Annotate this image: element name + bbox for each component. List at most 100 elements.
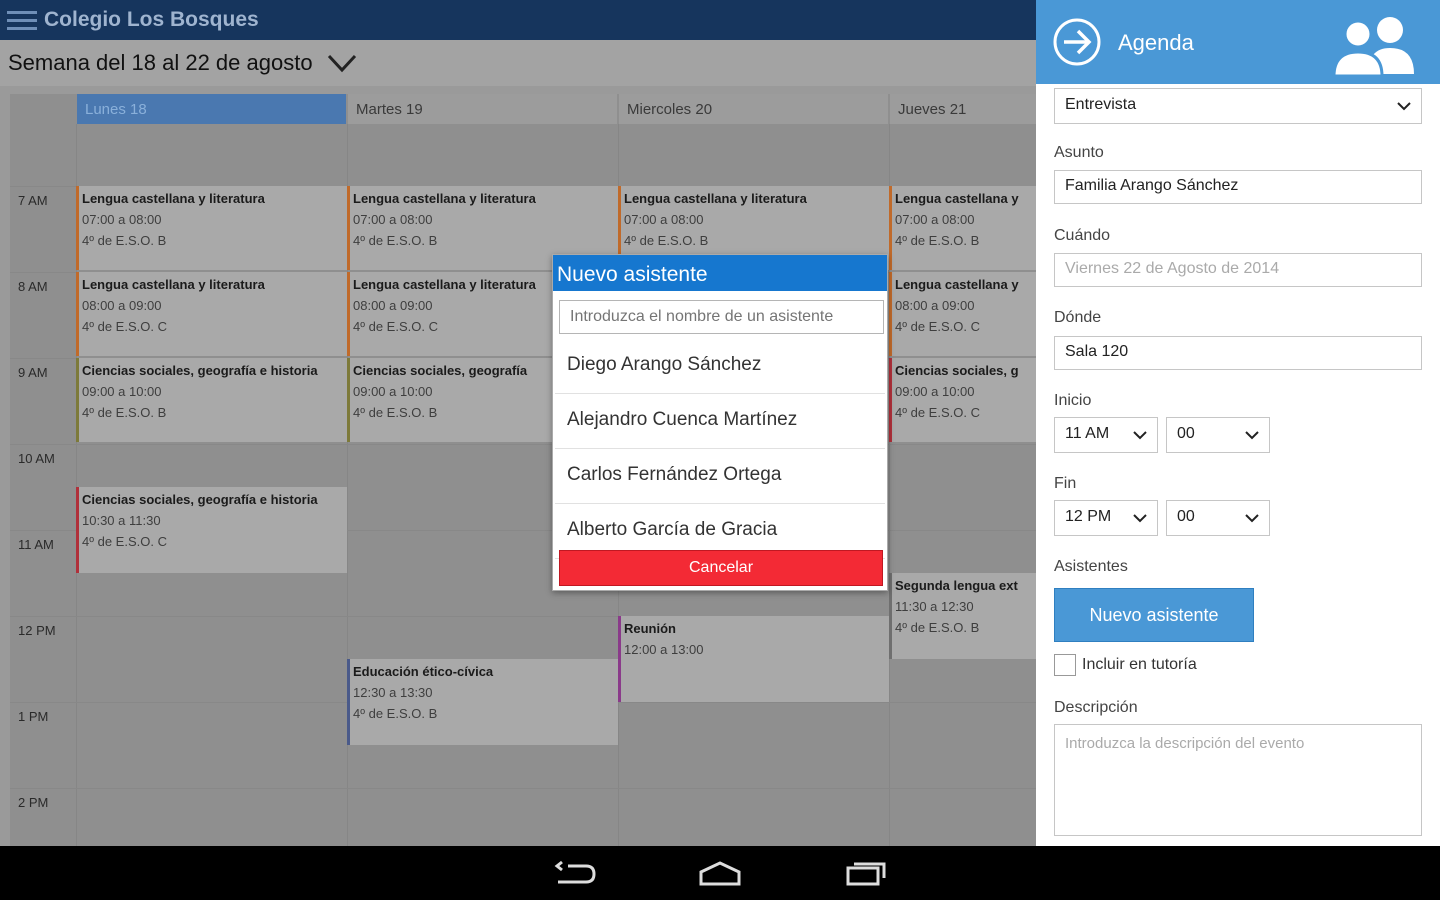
event-group: 4º de E.S.O. B	[82, 233, 167, 248]
attendee-item[interactable]: Diego Arango Sánchez	[555, 339, 885, 394]
chevron-down-icon	[1245, 514, 1259, 523]
event-card[interactable]: Educación ético-cívica 12:30 a 13:30 4º …	[347, 659, 618, 745]
event-time: 08:00 a 09:00	[82, 298, 162, 313]
chevron-down-icon	[1397, 102, 1411, 111]
cuando-input[interactable]: Viernes 22 de Agosto de 2014	[1054, 253, 1422, 287]
hour-row: 2 PM	[10, 788, 1036, 846]
app-bar: Colegio Los Bosques	[0, 0, 1036, 40]
event-time: 12:30 a 13:30	[353, 685, 433, 700]
event-type-value: Entrevista	[1065, 96, 1137, 113]
attendee-search-input[interactable]	[559, 300, 884, 334]
agenda-panel: Agenda Entrevista Asunto Familia Arango …	[1036, 0, 1440, 846]
event-title: Lengua castellana y literatura	[82, 191, 265, 206]
event-card[interactable]: Lengua castellana y 08:00 a 09:00 4º de …	[889, 272, 1036, 356]
attendee-list: Diego Arango Sánchez Alejandro Cuenca Ma…	[555, 339, 885, 559]
asunto-label: Asunto	[1054, 144, 1104, 161]
hour-label: 12 PM	[18, 623, 56, 638]
event-title: Segunda lengua ext	[895, 578, 1018, 593]
hour-label: 7 AM	[18, 193, 48, 208]
system-nav-bar	[0, 846, 1440, 900]
asunto-input[interactable]: Familia Arango Sánchez	[1054, 170, 1422, 204]
hour-label: 8 AM	[18, 279, 48, 294]
event-time: 09:00 a 10:00	[895, 384, 975, 399]
event-title: Ciencias sociales, geografía e historia	[82, 492, 318, 507]
hour-label: 11 AM	[18, 537, 54, 552]
week-label: Semana del 18 al 22 de agosto	[8, 50, 313, 75]
event-time: 11:30 a 12:30	[895, 599, 974, 614]
day-header-jueves[interactable]: Jueves 21	[890, 94, 1036, 124]
event-card[interactable]: Lengua castellana y literatura 07:00 a 0…	[76, 186, 347, 270]
week-selector[interactable]: Semana del 18 al 22 de agosto	[0, 40, 1036, 86]
event-card[interactable]: Reunión 12:00 a 13:00	[618, 616, 889, 702]
fin-minute-select[interactable]: 00	[1166, 500, 1270, 536]
attendee-item[interactable]: Carlos Fernández Ortega	[555, 449, 885, 504]
inicio-hour-select[interactable]: 11 AM	[1054, 417, 1158, 453]
inicio-hour-value: 11 AM	[1065, 425, 1110, 442]
event-group: 4º de E.S.O. B	[82, 405, 167, 420]
event-title: Educación ético-cívica	[353, 664, 494, 679]
hour-label: 10 AM	[18, 451, 55, 466]
day-header-miercoles[interactable]: Miercoles 20	[619, 94, 888, 124]
tutoria-label: Incluir en tutoría	[1082, 656, 1197, 673]
event-group: 4º de E.S.O. B	[353, 233, 438, 248]
event-group: 4º de E.S.O. C	[895, 405, 980, 420]
recent-apps-icon[interactable]	[844, 858, 888, 888]
event-card[interactable]: Ciencias sociales, geografía e historia …	[76, 487, 347, 573]
event-card[interactable]: Lengua castellana y 07:00 a 08:00 4º de …	[889, 186, 1036, 270]
back-icon[interactable]	[554, 858, 598, 888]
menu-icon[interactable]	[0, 0, 44, 40]
descripcion-label: Descripción	[1054, 699, 1138, 716]
day-header-martes[interactable]: Martes 19	[348, 94, 617, 124]
event-card[interactable]: Lengua castellana y literatura 08:00 a 0…	[76, 272, 347, 356]
event-title: Ciencias sociales, geografía e historia	[82, 363, 318, 378]
new-attendee-button[interactable]: Nuevo asistente	[1054, 588, 1254, 642]
tutoria-checkbox[interactable]	[1054, 654, 1076, 676]
event-time: 09:00 a 10:00	[82, 384, 162, 399]
event-type-select[interactable]: Entrevista	[1054, 88, 1422, 124]
event-time: 07:00 a 08:00	[895, 212, 975, 227]
hour-label: 1 PM	[18, 709, 49, 724]
donde-input[interactable]: Sala 120	[1054, 336, 1422, 370]
event-title: Lengua castellana y	[895, 191, 1019, 206]
fin-label: Fin	[1054, 475, 1077, 492]
new-attendee-dialog: Nuevo asistente Diego Arango Sánchez Ale…	[552, 254, 888, 591]
event-group: 4º de E.S.O. B	[353, 706, 438, 721]
event-group: 4º de E.S.O. C	[82, 319, 167, 334]
donde-label: Dónde	[1054, 309, 1102, 326]
event-group: 4º de E.S.O. B	[895, 233, 980, 248]
inicio-label: Inicio	[1054, 392, 1092, 409]
chevron-down-icon	[1245, 431, 1259, 440]
hour-label: 2 PM	[18, 795, 49, 810]
chevron-down-icon[interactable]	[327, 51, 357, 75]
event-card[interactable]: Ciencias sociales, g 09:00 a 10:00 4º de…	[889, 358, 1036, 442]
event-title: Lengua castellana y	[895, 277, 1019, 292]
asistentes-label: Asistentes	[1054, 558, 1128, 575]
home-icon[interactable]	[698, 858, 742, 888]
app-title: Colegio Los Bosques	[44, 8, 259, 31]
event-time: 07:00 a 08:00	[624, 212, 704, 227]
panel-title: Agenda	[1118, 30, 1194, 55]
users-icon[interactable]	[1332, 12, 1424, 76]
event-title: Lengua castellana y literatura	[82, 277, 265, 292]
event-group: 4º de E.S.O. B	[624, 233, 709, 248]
day-header-lunes[interactable]: Lunes 18	[77, 94, 346, 124]
hour-label: 9 AM	[18, 365, 48, 380]
dialog-title: Nuevo asistente	[553, 255, 887, 291]
event-time: 07:00 a 08:00	[82, 212, 162, 227]
event-title: Reunión	[624, 621, 676, 636]
attendee-item[interactable]: Alejandro Cuenca Martínez	[555, 394, 885, 449]
chevron-down-icon	[1133, 431, 1147, 440]
event-title: Lengua castellana y literatura	[624, 191, 807, 206]
event-group: 4º de E.S.O. C	[82, 534, 167, 549]
event-time: 12:00 a 13:00	[624, 642, 704, 657]
arrow-right-circle-icon[interactable]	[1052, 17, 1102, 67]
fin-hour-select[interactable]: 12 PM	[1054, 500, 1158, 536]
panel-header: Agenda	[1036, 0, 1440, 84]
event-card[interactable]: Segunda lengua ext 11:30 a 12:30 4º de E…	[889, 573, 1036, 659]
event-card[interactable]: Ciencias sociales, geografía e historia …	[76, 358, 347, 442]
fin-hour-value: 12 PM	[1065, 508, 1112, 525]
descripcion-textarea[interactable]: Introduzca la descripción del evento	[1054, 724, 1422, 836]
cancel-button[interactable]: Cancelar	[559, 550, 883, 586]
inicio-minute-select[interactable]: 00	[1166, 417, 1270, 453]
event-group: 4º de E.S.O. C	[895, 319, 980, 334]
